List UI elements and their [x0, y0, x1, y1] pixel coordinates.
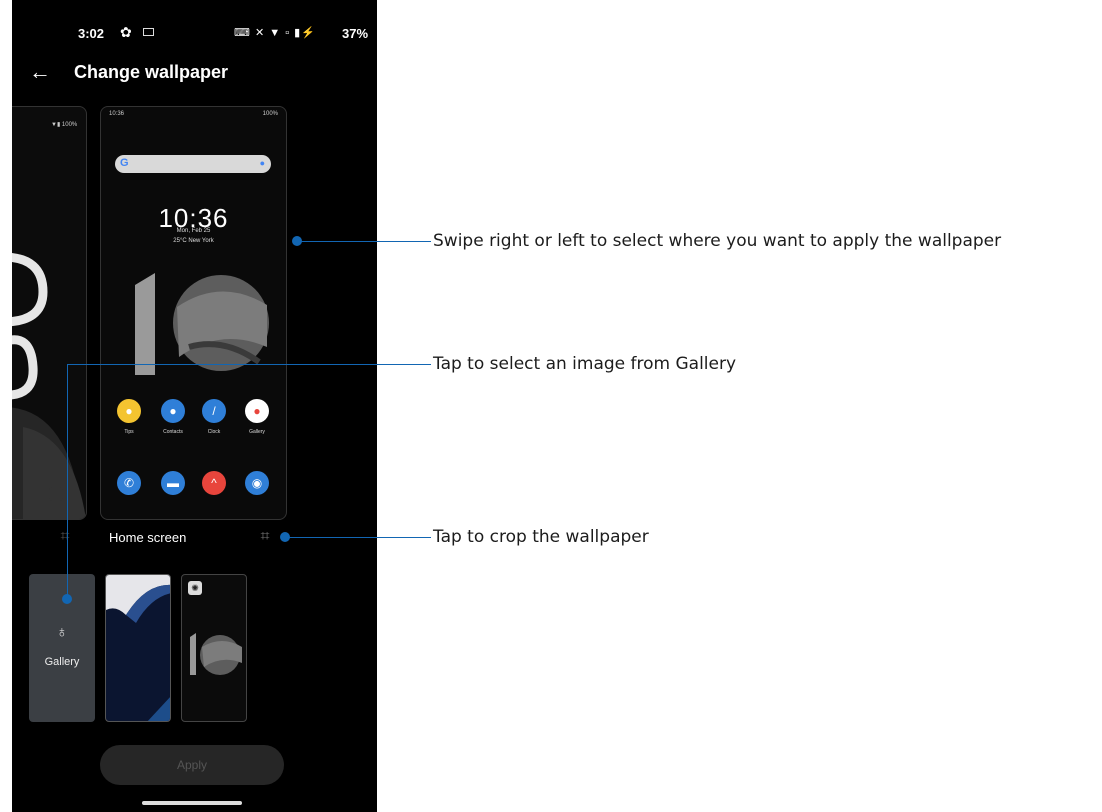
crop-icon[interactable]: ⌗ [56, 528, 74, 546]
preview-status-battery: 100% [262, 111, 278, 117]
crop-callout-text: Tap to crop the wallpaper [433, 527, 649, 547]
phone-icon: ✆ [123, 476, 135, 490]
preview-label: Home screen [109, 530, 187, 545]
battery-percent: 37% [342, 26, 369, 41]
app-bar: ← Change wallpaper [12, 58, 377, 90]
wallpaper-art [190, 633, 242, 675]
app-label: Clock [207, 429, 221, 435]
settings-gear-icon: ✿ [120, 24, 132, 40]
folder-icon: ▬ [167, 476, 179, 490]
chevron-up-icon: ^ [211, 476, 217, 490]
clock-hands-icon: / [212, 404, 216, 418]
lightbulb-icon: ● [125, 404, 133, 418]
status-time: 3:02 [78, 26, 105, 41]
google-g-icon: G [120, 157, 129, 169]
contacts-app-icon: ● [161, 399, 185, 423]
apply-button[interactable]: Apply [100, 745, 284, 785]
camera-shortcut-icon [49, 487, 63, 501]
callout-line [67, 364, 431, 365]
clock-app-icon: / [202, 399, 226, 423]
back-arrow-icon[interactable]: ← [26, 58, 54, 86]
wallpaper-logo-art [135, 273, 269, 375]
wallpaper-thumbnail[interactable]: ✺ [181, 574, 247, 722]
keyboard-icon: ⌨ [234, 27, 251, 39]
google-search-bar: G ● [115, 155, 271, 173]
camera-icon: ◉ [251, 476, 263, 490]
battery-charging-icon: ▮⚡ [294, 27, 316, 39]
balloon-icon: ● [253, 404, 261, 418]
home-screen-preview[interactable]: 10:36 100% G ● 10:36 Mon, Feb 25 25°C Ne… [100, 106, 287, 520]
crop-icon[interactable]: ⌗ [256, 528, 274, 546]
files-app-icon: ▬ [161, 471, 185, 495]
phone-app-icon: ✆ [117, 471, 141, 495]
balloon-icon: ♁ [56, 624, 68, 641]
swipe-callout-text: Swipe right or left to select where you … [433, 231, 1002, 251]
status-icons: ⌨ ✕ ▼ ▫ ▮⚡ [234, 26, 316, 39]
gallery-label: Gallery [44, 656, 80, 668]
preview-date: Mon, Feb 25 [176, 228, 211, 234]
gallery-callout-text: Tap to select an image from Gallery [433, 354, 737, 374]
app-label: Contacts [163, 429, 183, 435]
notifications-off-icon: ✕ [254, 27, 266, 39]
gallery-app-icon: ● [245, 399, 269, 423]
image-icon [143, 28, 154, 36]
tips-app-icon: ● [117, 399, 141, 423]
status-bar: 3:02 ✿ ⌨ ✕ ▼ ▫ ▮⚡ 37% [12, 20, 377, 46]
home-indicator[interactable] [142, 801, 242, 805]
wifi-icon: ▼ [269, 27, 282, 39]
person-icon: ● [169, 404, 177, 418]
mic-icon: ● [259, 158, 265, 168]
camera-app-icon: ◉ [245, 471, 269, 495]
lock-screen-wallpaper-art [12, 252, 86, 519]
app-label: Tips [124, 429, 134, 435]
callout-dot [62, 594, 72, 604]
callout-line [67, 364, 68, 599]
wallpaper-art [106, 575, 170, 721]
live-wallpaper-icon: ✺ [188, 581, 202, 595]
callout-line [285, 537, 431, 538]
preview-weather: 25°C New York [173, 238, 214, 244]
preview-status-time: 10:36 [109, 111, 125, 117]
callout-line [297, 241, 431, 242]
app-label: Gallery [249, 429, 265, 435]
wallpaper-thumbnail[interactable] [105, 574, 171, 722]
page-title: Change wallpaper [74, 62, 229, 82]
no-sim-icon: ▫ [285, 27, 291, 39]
browser-app-icon: ^ [202, 471, 226, 495]
lock-screen-preview[interactable]: ▼▮ 100% [12, 106, 87, 520]
